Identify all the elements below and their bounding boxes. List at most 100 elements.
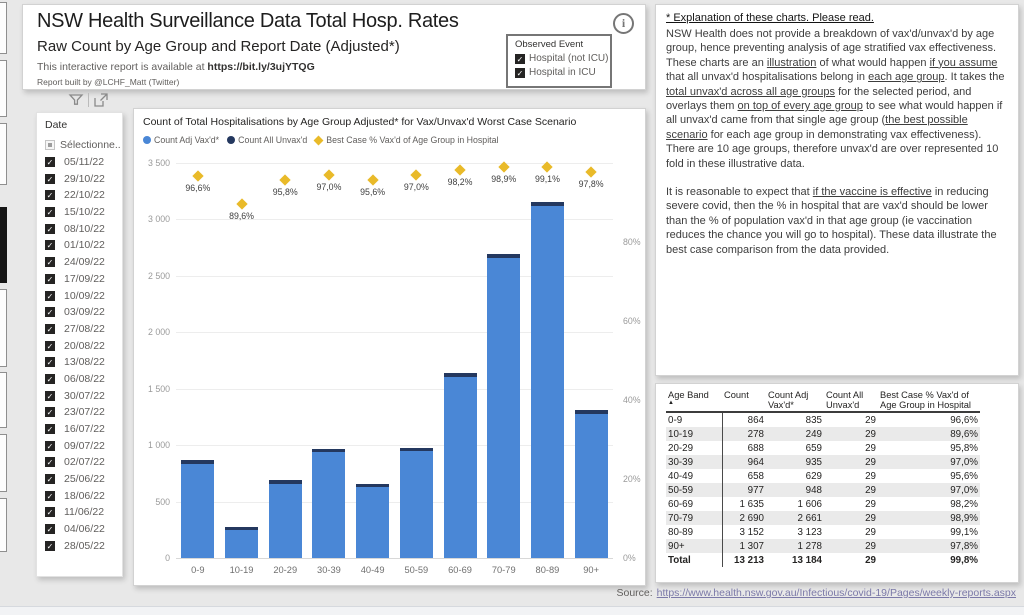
date-item[interactable]: ✓23/07/22 [45, 404, 120, 421]
edge-panel[interactable] [0, 60, 7, 117]
edge-panel[interactable] [0, 498, 7, 552]
checkbox-checked-icon[interactable]: ✓ [45, 324, 55, 334]
date-item[interactable]: ✓03/09/22 [45, 304, 120, 321]
date-item[interactable]: ✓11/06/22 [45, 504, 120, 521]
date-item[interactable]: ✓04/06/22 [45, 521, 120, 538]
date-item[interactable]: ✓01/10/22 [45, 237, 120, 254]
date-item[interactable]: ✓08/10/22 [45, 220, 120, 237]
checkbox-checked-icon[interactable]: ✓ [45, 207, 55, 217]
checkbox-checked-icon[interactable]: ✓ [45, 157, 55, 167]
bar-count-all-unvaxd[interactable] [356, 484, 389, 487]
date-item[interactable]: ✓29/10/22 [45, 170, 120, 187]
best-case-pct-marker[interactable] [411, 169, 422, 180]
checkbox-checked-icon[interactable]: ✓ [45, 291, 55, 301]
edge-panel[interactable] [0, 123, 7, 185]
checkbox-checked-icon[interactable]: ✓ [45, 274, 55, 284]
checkbox-checked-icon[interactable]: ✓ [45, 341, 55, 351]
table-column-header[interactable]: Count Adj Vax'd* [766, 388, 824, 412]
date-item[interactable]: ✓15/10/22 [45, 204, 120, 221]
best-case-pct-marker[interactable] [323, 169, 334, 180]
checkbox-partial-icon[interactable] [45, 140, 55, 150]
checkbox-checked-icon[interactable]: ✓ [45, 174, 55, 184]
date-item[interactable]: ✓30/07/22 [45, 387, 120, 404]
best-case-pct-marker[interactable] [280, 174, 291, 185]
table-column-header[interactable]: Count [722, 388, 766, 412]
table-row[interactable]: 90+1 3071 2782997,8% [666, 539, 980, 553]
date-item[interactable]: ✓13/08/22 [45, 354, 120, 371]
best-case-pct-marker[interactable] [236, 198, 247, 209]
bar-count-all-unvaxd[interactable] [575, 410, 608, 413]
edge-panel[interactable] [0, 207, 7, 283]
table-row[interactable]: 50-599779482997,0% [666, 483, 980, 497]
checkbox-checked-icon[interactable]: ✓ [45, 441, 55, 451]
table-row[interactable]: 10-192782492989,6% [666, 427, 980, 441]
checkbox-checked-icon[interactable]: ✓ [45, 374, 55, 384]
date-item[interactable]: ✓02/07/22 [45, 454, 120, 471]
bar-count-adj-vaxd[interactable] [312, 452, 345, 558]
date-item[interactable]: ✓25/06/22 [45, 471, 120, 488]
checkbox-checked-icon[interactable]: ✓ [45, 474, 55, 484]
best-case-pct-marker[interactable] [585, 166, 596, 177]
edge-panel[interactable] [0, 372, 7, 428]
bar-count-all-unvaxd[interactable] [225, 527, 258, 530]
bar-count-all-unvaxd[interactable] [487, 254, 520, 257]
best-case-pct-marker[interactable] [454, 164, 465, 175]
bar-count-adj-vaxd[interactable] [181, 464, 214, 558]
date-item[interactable]: ✓16/07/22 [45, 421, 120, 438]
checkbox-checked-icon[interactable]: ✓ [45, 257, 55, 267]
checkbox-checked-icon[interactable]: ✓ [45, 491, 55, 501]
bar-count-adj-vaxd[interactable] [356, 487, 389, 558]
bar-count-all-unvaxd[interactable] [444, 373, 477, 376]
table-column-header[interactable]: Age Band▲ [666, 388, 722, 412]
table-row[interactable]: 40-496586292995,6% [666, 469, 980, 483]
bar-count-adj-vaxd[interactable] [269, 484, 302, 558]
best-case-pct-marker[interactable] [192, 171, 203, 182]
date-item[interactable]: ✓22/10/22 [45, 187, 120, 204]
table-row[interactable]: 20-296886592995,8% [666, 441, 980, 455]
bar-count-adj-vaxd[interactable] [531, 206, 564, 558]
bar-count-all-unvaxd[interactable] [269, 480, 302, 483]
bar-count-all-unvaxd[interactable] [181, 460, 214, 463]
checkbox-checked-icon[interactable]: ✓ [515, 54, 525, 64]
bar-count-adj-vaxd[interactable] [225, 530, 258, 558]
checkbox-checked-icon[interactable]: ✓ [45, 224, 55, 234]
table-column-header[interactable]: Best Case % Vax'd of Age Group in Hospit… [878, 388, 980, 412]
info-icon[interactable]: i [613, 13, 634, 34]
date-item[interactable]: ✓09/07/22 [45, 437, 120, 454]
date-item[interactable]: ✓24/09/22 [45, 254, 120, 271]
date-item[interactable]: ✓28/05/22 [45, 538, 120, 555]
date-item[interactable]: ✓20/08/22 [45, 337, 120, 354]
checkbox-checked-icon[interactable]: ✓ [45, 457, 55, 467]
edge-panel[interactable] [0, 289, 7, 367]
date-item[interactable]: ✓06/08/22 [45, 371, 120, 388]
bar-count-all-unvaxd[interactable] [312, 449, 345, 452]
checkbox-checked-icon[interactable]: ✓ [45, 190, 55, 200]
table-row[interactable]: 80-893 1523 1232999,1% [666, 525, 980, 539]
checkbox-checked-icon[interactable]: ✓ [515, 68, 525, 78]
checkbox-checked-icon[interactable]: ✓ [45, 391, 55, 401]
table-row[interactable]: 0-98648352996,6% [666, 412, 980, 427]
checkbox-checked-icon[interactable]: ✓ [45, 524, 55, 534]
checkbox-checked-icon[interactable]: ✓ [45, 541, 55, 551]
date-item[interactable]: ✓18/06/22 [45, 487, 120, 504]
checkbox-checked-icon[interactable]: ✓ [45, 424, 55, 434]
source-link[interactable]: https://www.health.nsw.gov.au/Infectious… [657, 587, 1016, 599]
checkbox-checked-icon[interactable]: ✓ [45, 307, 55, 317]
focus-mode-icon[interactable] [93, 92, 109, 108]
checkbox-checked-icon[interactable]: ✓ [45, 240, 55, 250]
bar-count-adj-vaxd[interactable] [444, 377, 477, 558]
date-item[interactable]: ✓10/09/22 [45, 287, 120, 304]
bar-count-adj-vaxd[interactable] [487, 258, 520, 558]
bar-count-all-unvaxd[interactable] [400, 448, 433, 451]
bar-count-adj-vaxd[interactable] [400, 451, 433, 558]
bar-count-adj-vaxd[interactable] [575, 414, 608, 558]
bar-count-all-unvaxd[interactable] [531, 202, 564, 205]
edge-panel[interactable] [0, 434, 7, 492]
checkbox-checked-icon[interactable]: ✓ [45, 507, 55, 517]
date-select-all[interactable]: Sélectionne... [45, 137, 120, 154]
table-row[interactable]: 60-691 6351 6062998,2% [666, 497, 980, 511]
table-row[interactable]: 70-792 6902 6612998,9% [666, 511, 980, 525]
observed-event-option[interactable]: ✓Hospital (not ICU) [515, 53, 610, 64]
checkbox-checked-icon[interactable]: ✓ [45, 357, 55, 367]
edge-panel[interactable] [0, 2, 7, 54]
